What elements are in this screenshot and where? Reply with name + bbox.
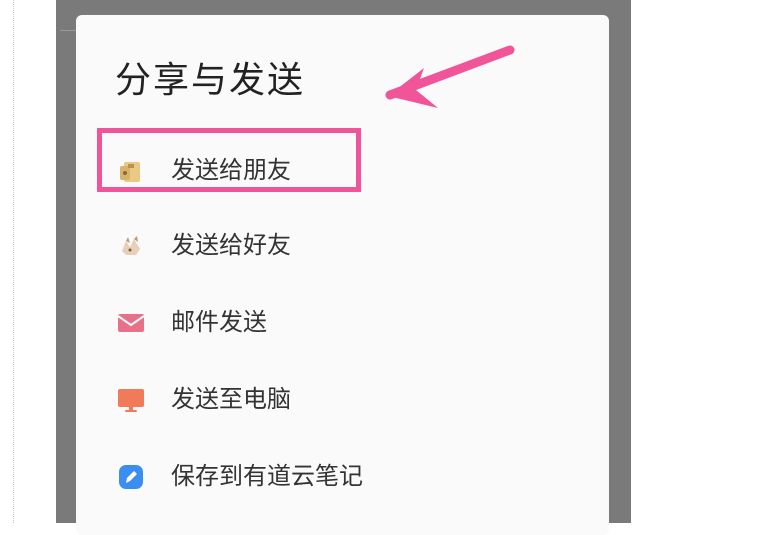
menu-item-email-send[interactable]: 邮件发送	[76, 293, 609, 353]
monitor-icon	[116, 385, 146, 415]
share-dialog: 分享与发送 发送给朋友 发送给好友 邮件发送 发送至电脑 保存到有道云笔记	[76, 15, 609, 535]
menu-item-save-to-youdao-note[interactable]: 保存到有道云笔记	[76, 447, 609, 507]
menu-item-send-to-pc[interactable]: 发送至电脑	[76, 370, 609, 430]
menu-item-send-to-qq-friend[interactable]: 发送给好友	[76, 216, 609, 276]
mail-icon	[116, 308, 146, 338]
qq-friend-icon	[116, 231, 146, 261]
highlight-box	[97, 128, 361, 192]
menu-item-label: 发送给好友	[171, 231, 291, 259]
youdao-note-icon	[116, 462, 146, 492]
dialog-title: 分享与发送	[115, 60, 306, 101]
menu-item-label: 保存到有道云笔记	[171, 462, 363, 490]
dotted-guide-line	[13, 0, 14, 523]
arrow-icon	[385, 45, 515, 108]
menu-item-label: 发送至电脑	[171, 385, 291, 413]
menu-item-label: 邮件发送	[171, 308, 267, 336]
